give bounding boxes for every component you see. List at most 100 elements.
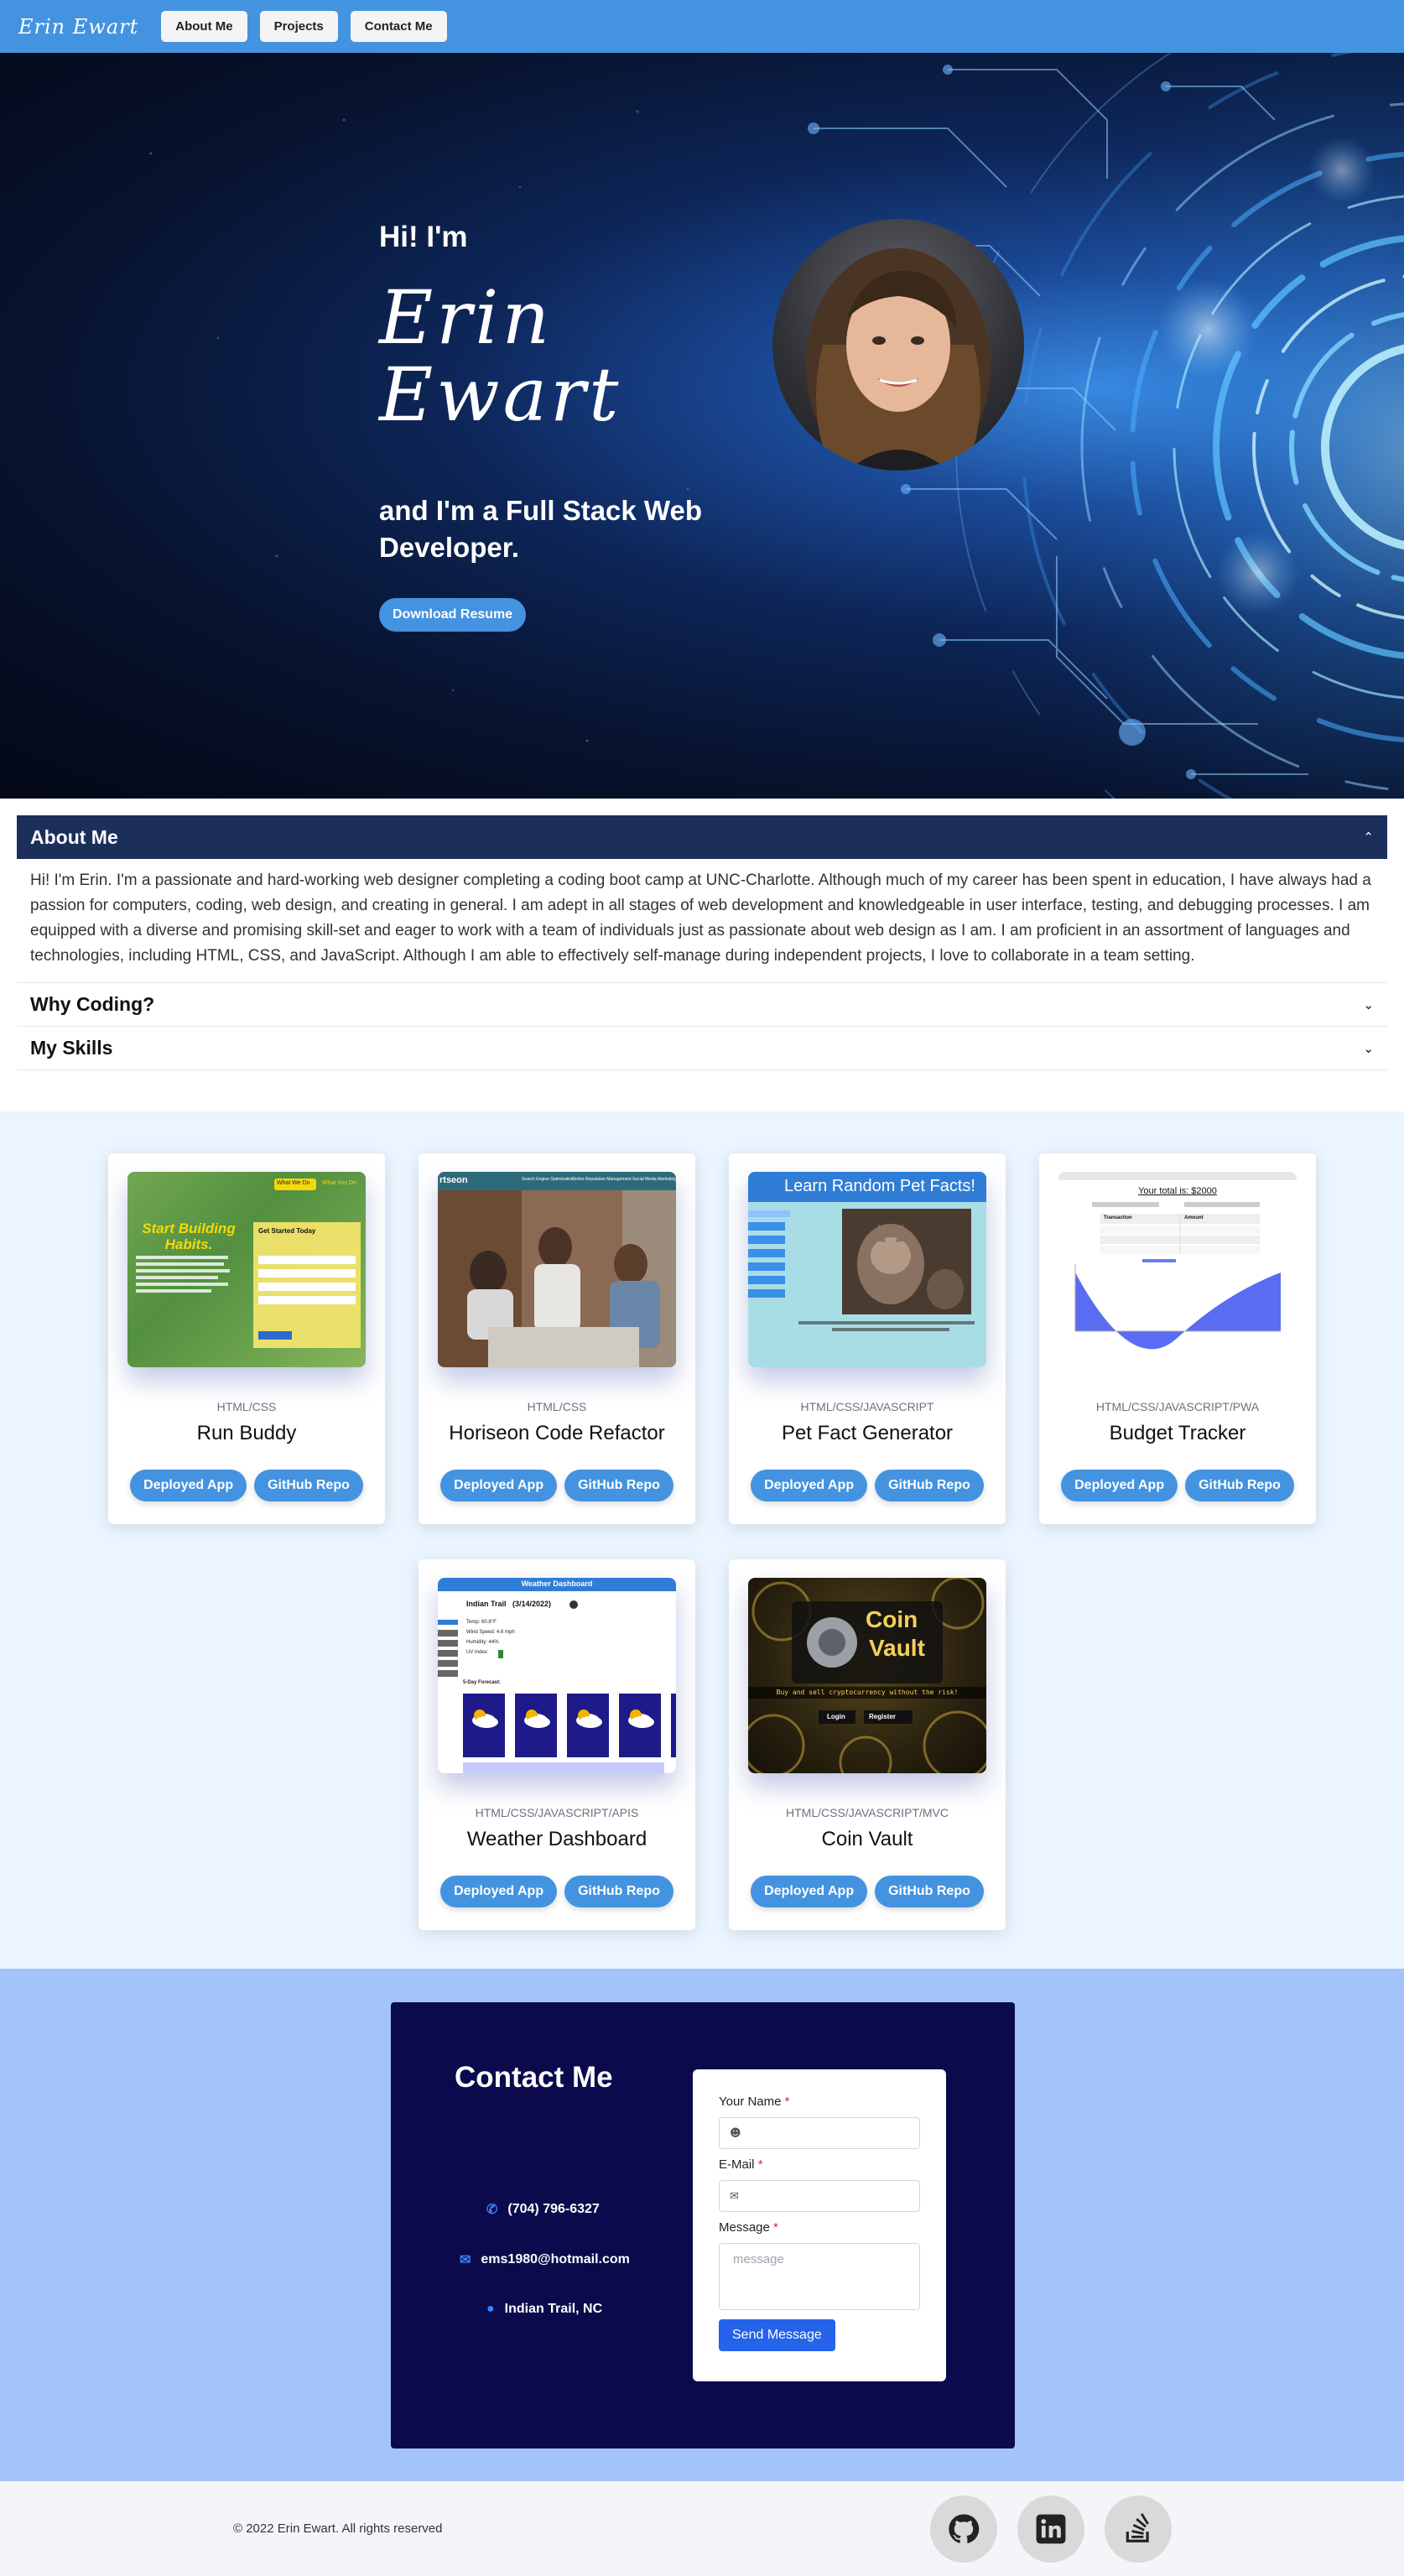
project-card-run-buddy: Start Building Habits. Get Started Today… [108, 1153, 385, 1524]
email-input[interactable]: ✉ [719, 2180, 920, 2212]
contact-phone[interactable]: ✆ (704) 796-6327 [486, 2201, 600, 2218]
accordion-title: Why Coding? [30, 993, 155, 1015]
send-message-button[interactable]: Send Message [719, 2319, 835, 2351]
project-tech: HTML/CSS [216, 1400, 277, 1413]
chevron-down-icon: ⌄ [1363, 1040, 1374, 1056]
deployed-app-button[interactable]: Deployed App [751, 1876, 868, 1907]
accordion-header-why-coding[interactable]: Why Coding? ⌄ [17, 983, 1387, 1027]
envelope-icon: ✉ [730, 2189, 739, 2203]
deployed-app-button[interactable]: Deployed App [440, 1876, 558, 1907]
project-screenshot[interactable]: Coin Vault Buy and sell cryptocurrency w… [748, 1578, 986, 1773]
project-buttons: Deployed App GitHub Repo [1039, 1470, 1316, 1501]
footer: © 2022 Erin Ewart. All rights reserved [0, 2481, 1404, 2576]
github-icon [949, 2514, 980, 2543]
message-label: Message * [719, 2220, 778, 2235]
thumb-table-header: Transaction [1104, 1215, 1132, 1220]
thumb-login: Login [827, 1713, 845, 1720]
accordion-header-my-skills[interactable]: My Skills ⌄ [17, 1027, 1387, 1070]
accordion-title: My Skills [30, 1037, 113, 1059]
thumb-table-header: Amount [1184, 1215, 1204, 1220]
map-pin-icon: ● [486, 2302, 495, 2316]
thumb-tab: What We Do [277, 1180, 310, 1186]
nav-link-contact[interactable]: Contact Me [350, 11, 447, 42]
name-label: Your Name * [719, 2095, 790, 2109]
thumb-tagline: Buy and sell cryptocurrency without the … [776, 1689, 959, 1696]
hero-section: Hi! I'm Erin Ewart and I'm a Full Stack … [0, 53, 1404, 799]
hero-tagline: and I'm a Full Stack Web Developer. [379, 495, 702, 563]
user-icon: ☻ [730, 2126, 741, 2140]
thumb-menu-item: Online Reputation Management [572, 1177, 632, 1182]
hero-first-name: Erin [379, 274, 554, 361]
linkedin-icon [1036, 2514, 1066, 2544]
accordion-header-about[interactable]: About Me ⌃ [17, 815, 1387, 859]
accordion-title: About Me [30, 825, 118, 848]
contact-location: ● Indian Trail, NC [486, 2302, 602, 2317]
message-textarea[interactable]: message [719, 2243, 920, 2310]
thumb-name-line1: Coin [866, 1606, 918, 1632]
thumb-stat: Wind Speed: 4.6 mph [466, 1630, 515, 1635]
contact-section: Contact Me ✆ (704) 796-6327 ✉ ems1980@ho… [0, 1969, 1404, 2481]
github-repo-button[interactable]: GitHub Repo [875, 1876, 984, 1907]
project-screenshot[interactable]: rtseon Search Engine Optimization Online… [438, 1172, 676, 1367]
project-tech: HTML/CSS/JAVASCRIPT/APIS [475, 1806, 639, 1819]
github-link[interactable] [930, 2495, 997, 2563]
project-tech: HTML/CSS/JAVASCRIPT/PWA [1095, 1400, 1260, 1413]
thumb-form-title: Get Started Today [258, 1227, 316, 1235]
thumb-tab: What You Do [322, 1180, 356, 1186]
thumb-stat: Humidity: 44% [466, 1640, 499, 1645]
thumb-header: Weather Dashboard [521, 1579, 593, 1588]
thumb-total: Your total is: $2000 [1138, 1186, 1217, 1196]
deployed-app-button[interactable]: Deployed App [440, 1470, 558, 1501]
hero-greeting: Hi! I'm [379, 221, 468, 253]
project-title: Budget Tracker [1109, 1422, 1246, 1444]
thumb-stat: Temp: 60.8°F [466, 1620, 497, 1625]
contact-phone-text: (704) 796-6327 [507, 2202, 600, 2216]
deployed-app-button[interactable]: Deployed App [751, 1470, 868, 1501]
project-tech: HTML/CSS/JAVASCRIPT/MVC [786, 1806, 949, 1819]
project-buttons: Deployed App GitHub Repo [729, 1876, 1006, 1907]
nav-logo[interactable]: Erin Ewart [18, 15, 138, 39]
project-buttons: Deployed App GitHub Repo [419, 1876, 695, 1907]
thumb-menu-item: Social Media Marketing [632, 1177, 676, 1182]
project-buttons: Deployed App GitHub Repo [419, 1470, 695, 1501]
contact-email[interactable]: ✉ ems1980@hotmail.com [460, 2251, 630, 2268]
hero-name: Erin Ewart [379, 279, 621, 434]
contact-title: Contact Me [455, 2061, 613, 2094]
github-repo-button[interactable]: GitHub Repo [564, 1470, 673, 1501]
phone-icon: ✆ [486, 2203, 498, 2217]
deployed-app-button[interactable]: Deployed App [1061, 1470, 1178, 1501]
contact-email-text: ems1980@hotmail.com [481, 2252, 630, 2266]
project-title: Coin Vault [821, 1828, 913, 1850]
project-card-horiseon: rtseon Search Engine Optimization Online… [419, 1153, 695, 1524]
project-screenshot[interactable]: Your total is: $2000 Transaction Amount [1058, 1172, 1297, 1367]
stackoverflow-link[interactable] [1105, 2495, 1172, 2563]
project-buttons: Deployed App GitHub Repo [729, 1470, 1006, 1501]
project-title: Weather Dashboard [466, 1828, 647, 1850]
chevron-down-icon: ⌄ [1363, 997, 1374, 1012]
project-card-weather-dashboard: Weather Dashboard Indian Trail (3/14/202… [419, 1559, 695, 1930]
deployed-app-button[interactable]: Deployed App [130, 1470, 247, 1501]
github-repo-button[interactable]: GitHub Repo [254, 1470, 363, 1501]
name-input[interactable]: ☻ [719, 2117, 920, 2149]
contact-card: Contact Me ✆ (704) 796-6327 ✉ ems1980@ho… [391, 2002, 1015, 2449]
about-accordion: About Me ⌃ Hi! I'm Erin. I'm a passionat… [17, 815, 1387, 1070]
profile-photo [772, 219, 1024, 471]
chevron-up-icon: ⌃ [1363, 830, 1374, 845]
project-screenshot[interactable]: Weather Dashboard Indian Trail (3/14/202… [438, 1578, 676, 1773]
github-repo-button[interactable]: GitHub Repo [1185, 1470, 1294, 1501]
thumb-stat: UV Index: [466, 1650, 489, 1655]
linkedin-link[interactable] [1017, 2495, 1084, 2563]
hero-circuit-background [149, 53, 1404, 799]
projects-section: Start Building Habits. Get Started Today… [0, 1111, 1404, 1969]
github-repo-button[interactable]: GitHub Repo [564, 1876, 673, 1907]
nav-link-projects[interactable]: Projects [259, 11, 338, 42]
navbar: Erin Ewart About Me Projects Contact Me [0, 0, 1404, 53]
project-title: Horiseon Code Refactor [449, 1422, 665, 1444]
nav-link-about[interactable]: About Me [161, 11, 247, 42]
project-screenshot[interactable]: Learn Random Pet Facts! [748, 1172, 986, 1367]
project-screenshot[interactable]: Start Building Habits. Get Started Today… [127, 1172, 366, 1367]
project-tech: HTML/CSS [527, 1400, 587, 1413]
download-resume-button[interactable]: Download Resume [379, 598, 527, 632]
project-title: Pet Fact Generator [781, 1422, 954, 1444]
github-repo-button[interactable]: GitHub Repo [875, 1470, 984, 1501]
